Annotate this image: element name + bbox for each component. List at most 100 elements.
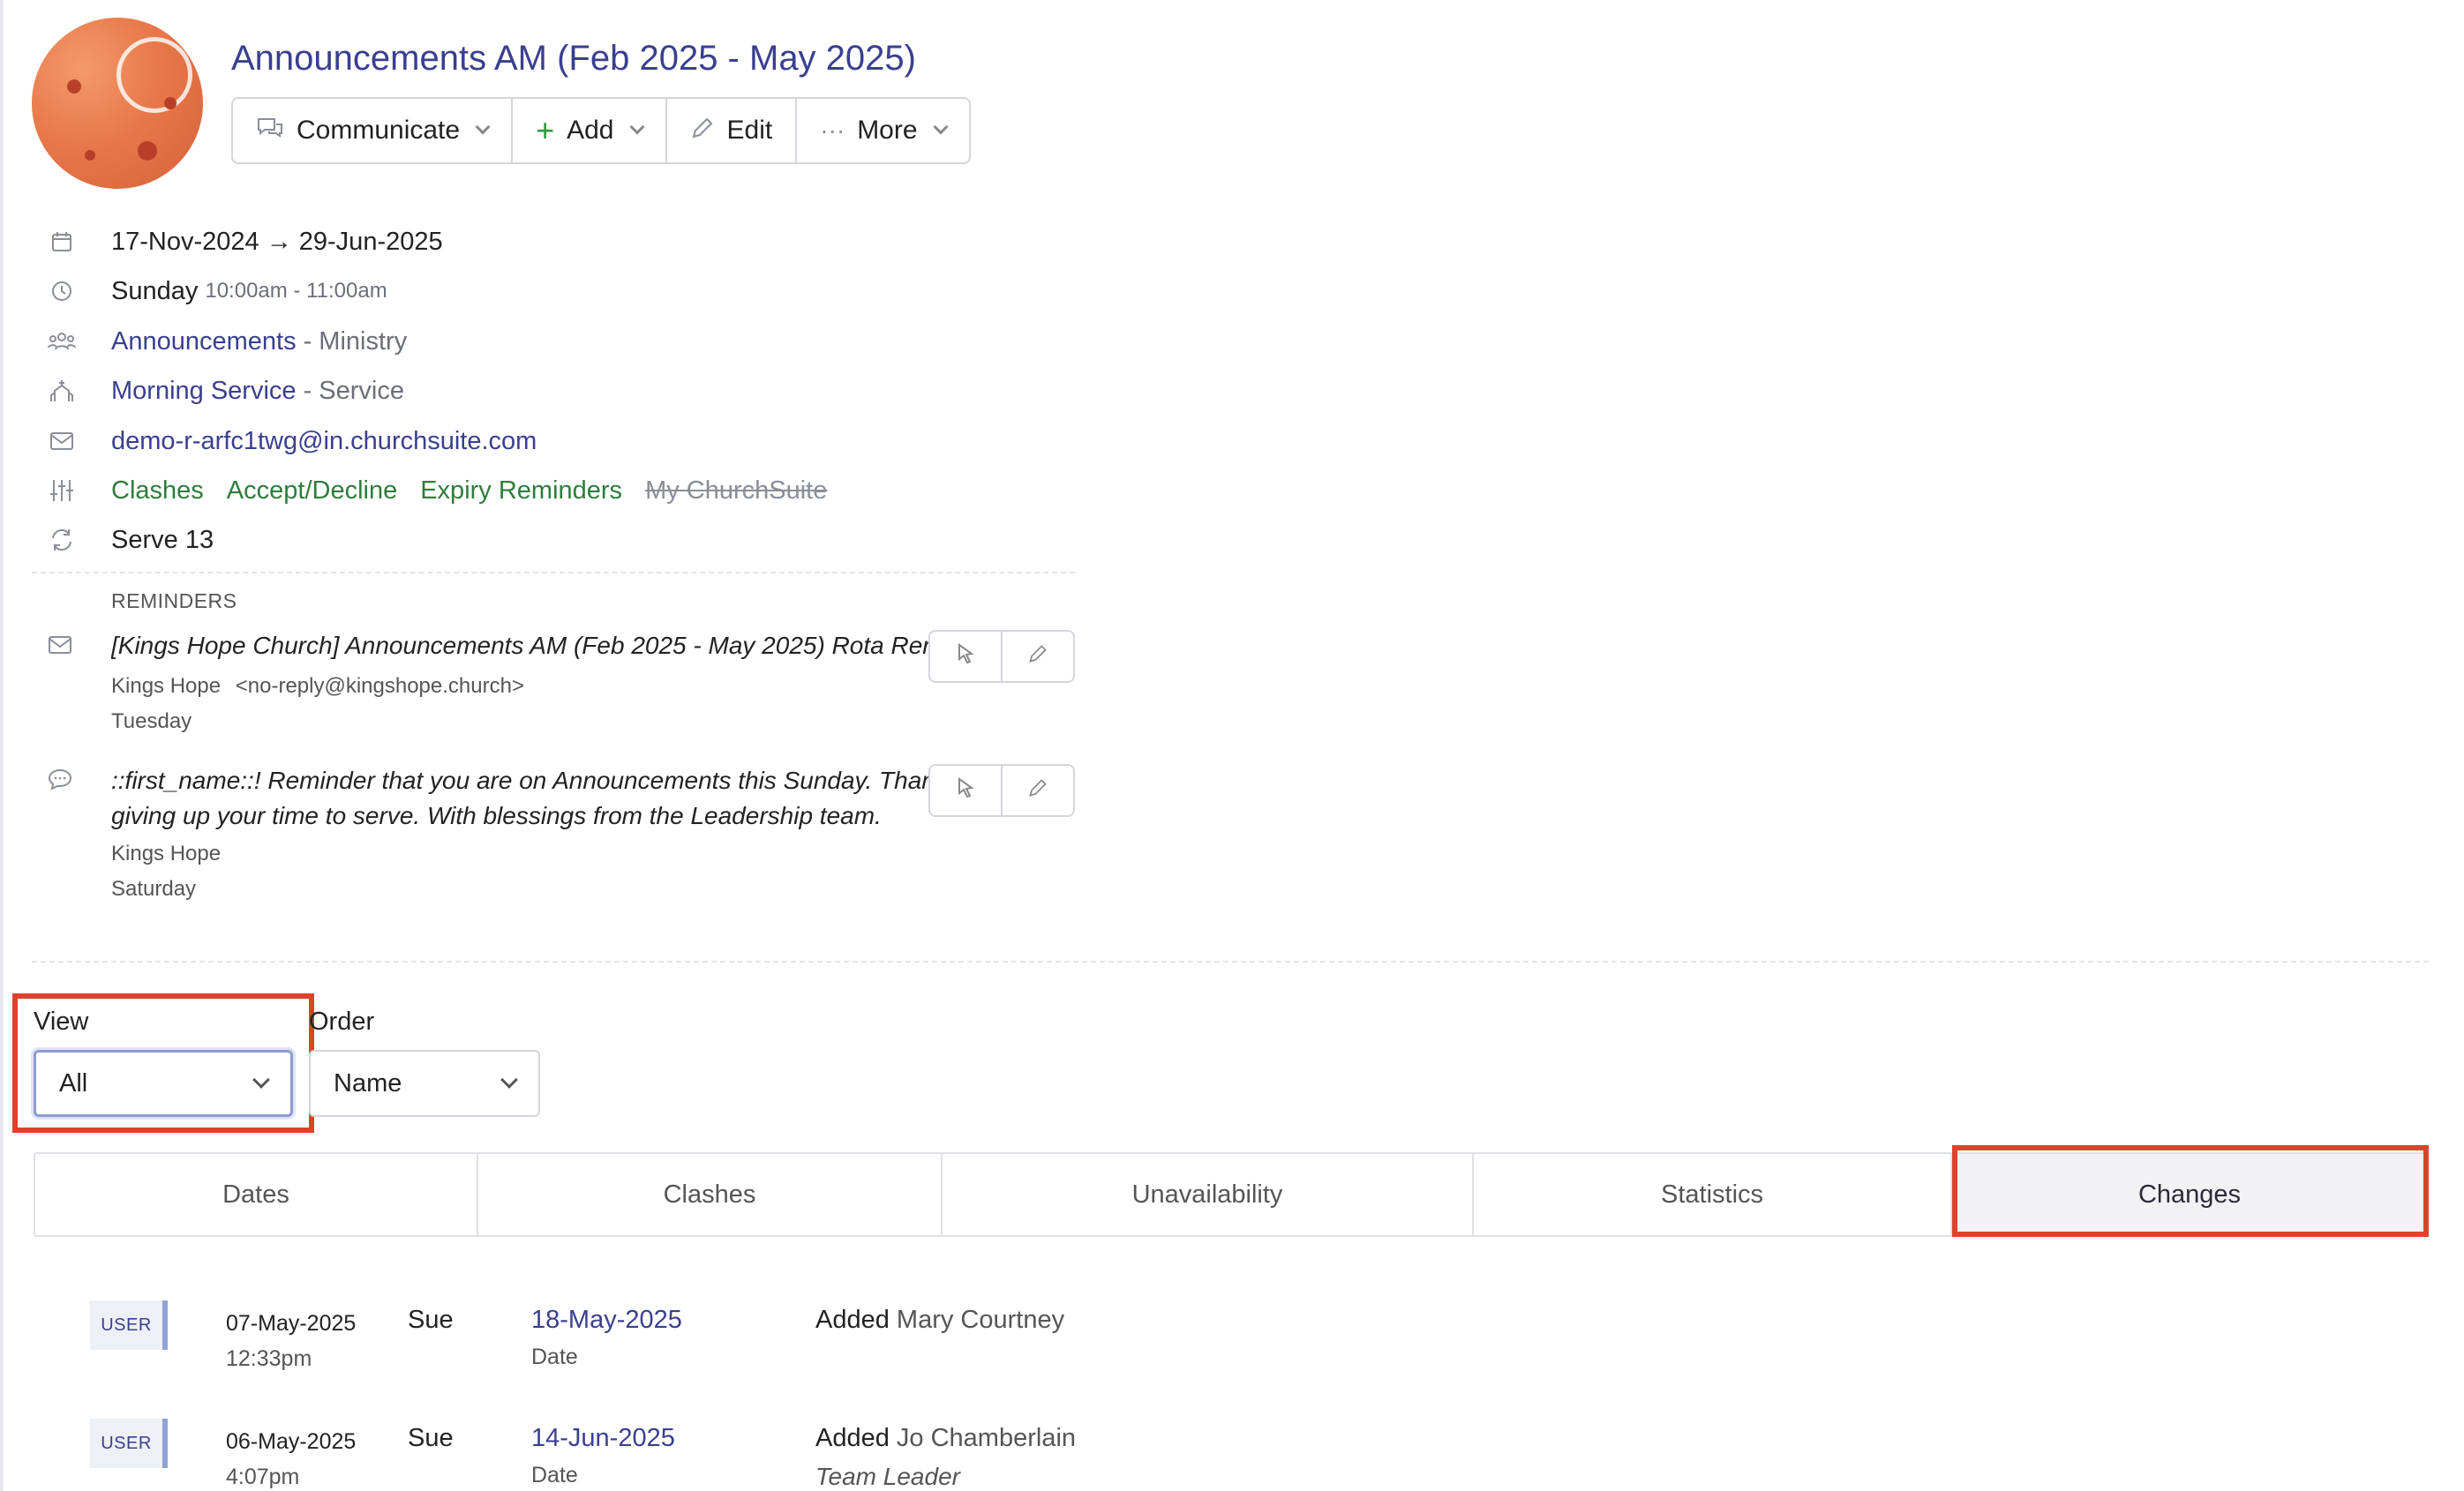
tab-dates[interactable]: Dates bbox=[35, 1154, 478, 1235]
more-button[interactable]: ··· More bbox=[797, 99, 968, 162]
email-row: demo-r-arfc1twg@in.churchsuite.com bbox=[48, 423, 537, 459]
cursor-pointer-icon bbox=[956, 642, 975, 671]
more-label: More bbox=[857, 116, 918, 145]
date-range-row: 17-Nov-2024 → 29-Jun-2025 bbox=[48, 224, 443, 259]
tab-unavailability[interactable]: Unavailability bbox=[943, 1154, 1474, 1235]
serve-count: Serve 13 bbox=[111, 525, 214, 554]
service-row: Morning Service - Service bbox=[48, 373, 404, 408]
email-reminder-from: Kings Hope <no-reply@kingshope.church> bbox=[111, 674, 524, 699]
setting-accept-decline: Accept/Decline bbox=[226, 476, 398, 505]
change-row: USER 07-May-2025 12:33pm Sue 18-May-2025… bbox=[90, 1300, 1855, 1380]
add-label: Add bbox=[567, 116, 614, 145]
clock-icon bbox=[48, 277, 76, 305]
email-reminder-day: Tuesday bbox=[111, 709, 192, 733]
chevron-down-icon bbox=[629, 119, 644, 135]
left-border bbox=[0, 0, 4, 1491]
chevron-down-icon bbox=[475, 119, 491, 135]
email-reminder-actions bbox=[928, 630, 1075, 683]
edit-reminder-button[interactable] bbox=[1003, 632, 1073, 681]
user-badge: USER bbox=[90, 1419, 168, 1468]
date-range: 17-Nov-2024 → 29-Jun-2025 bbox=[111, 227, 443, 256]
change-user: Sue bbox=[408, 1424, 454, 1452]
email-reminder-subject: [Kings Hope Church] Announcements AM (Fe… bbox=[111, 632, 930, 659]
ministry-row: Announcements - Ministry bbox=[48, 324, 407, 359]
avatar-dot bbox=[85, 150, 95, 161]
change-time: 4:07pm bbox=[226, 1465, 300, 1489]
change-person: Jo Chamberlain bbox=[896, 1424, 1077, 1452]
change-role: Team Leader bbox=[815, 1463, 960, 1490]
change-action: Added Mary Courtney bbox=[815, 1306, 1064, 1335]
day: Sunday bbox=[111, 276, 199, 305]
changes-tab-highlight bbox=[1952, 1145, 2429, 1237]
change-target-type: Date bbox=[531, 1345, 578, 1369]
calendar-icon bbox=[48, 228, 76, 256]
divider bbox=[32, 572, 1075, 573]
pencil-icon bbox=[1027, 643, 1048, 671]
cursor-pointer-icon bbox=[956, 776, 975, 805]
sms-reminder-day: Saturday bbox=[111, 877, 197, 901]
people-icon bbox=[48, 327, 76, 356]
change-person: Mary Courtney bbox=[896, 1306, 1065, 1334]
order-select[interactable]: Name bbox=[309, 1050, 540, 1117]
page: Announcements AM (Feb 2025 - May 2025) C… bbox=[0, 0, 2464, 1491]
page-title: Announcements AM (Feb 2025 - May 2025) bbox=[231, 39, 916, 78]
change-action-verb: Added bbox=[815, 1424, 890, 1452]
envelope-icon bbox=[48, 633, 72, 661]
divider bbox=[32, 961, 2429, 963]
tab-clashes[interactable]: Clashes bbox=[478, 1154, 943, 1235]
email-reminder-from-name: Kings Hope bbox=[111, 674, 222, 698]
change-row: USER 06-May-2025 4:07pm Sue 14-Jun-2025 … bbox=[90, 1419, 1855, 1491]
communicate-label: Communicate bbox=[297, 116, 461, 145]
plus-icon: + bbox=[536, 112, 555, 148]
sms-reminder-actions bbox=[928, 764, 1075, 817]
refresh-icon bbox=[48, 526, 76, 554]
change-date: 06-May-2025 bbox=[226, 1429, 357, 1454]
change-target-link[interactable]: 18-May-2025 bbox=[531, 1306, 682, 1335]
communicate-button[interactable]: Communicate bbox=[233, 99, 514, 162]
pencil-icon bbox=[1027, 777, 1048, 805]
ministry-type: - Ministry bbox=[303, 326, 408, 356]
avatar-dot bbox=[138, 141, 157, 161]
edit-button[interactable]: Edit bbox=[667, 99, 798, 162]
reminders-heading: REMINDERS bbox=[111, 589, 237, 612]
settings-row: Clashes Accept/Decline Expiry Reminders … bbox=[48, 473, 827, 508]
tab-statistics[interactable]: Statistics bbox=[1474, 1154, 1952, 1235]
pencil-icon bbox=[690, 116, 715, 146]
chevron-down-icon bbox=[933, 119, 949, 135]
change-target-type: Date bbox=[531, 1463, 578, 1487]
user-badge: USER bbox=[90, 1300, 168, 1350]
rota-avatar bbox=[32, 18, 203, 189]
sms-reminder-line1: ::first_name::! Reminder that you are on… bbox=[111, 767, 930, 794]
avatar-dot bbox=[67, 79, 81, 94]
order-label: Order bbox=[309, 1008, 375, 1036]
action-toolbar: Communicate + Add Edit ··· More bbox=[231, 97, 971, 164]
ministry-link[interactable]: Announcements bbox=[111, 327, 297, 356]
envelope-icon bbox=[48, 427, 76, 455]
email-reminder-from-email: <no-reply@kingshope.church> bbox=[235, 674, 524, 698]
rota-email-link[interactable]: demo-r-arfc1twg@in.churchsuite.com bbox=[111, 427, 537, 456]
setting-expiry-reminders: Expiry Reminders bbox=[420, 476, 623, 505]
edit-label: Edit bbox=[726, 116, 773, 145]
send-reminder-button[interactable] bbox=[930, 632, 1003, 681]
change-action-verb: Added bbox=[815, 1306, 890, 1334]
setting-clashes: Clashes bbox=[111, 476, 204, 505]
change-time: 12:33pm bbox=[226, 1346, 312, 1371]
change-action: Added Jo Chamberlain bbox=[815, 1424, 1076, 1453]
ellipsis-icon: ··· bbox=[820, 116, 845, 144]
edit-reminder-button[interactable] bbox=[1003, 766, 1073, 815]
sliders-icon bbox=[48, 476, 76, 505]
add-button[interactable]: + Add bbox=[513, 99, 667, 162]
time: 10:00am - 11:00am bbox=[205, 279, 387, 303]
order-select-value: Name bbox=[334, 1068, 402, 1098]
change-target-link[interactable]: 14-Jun-2025 bbox=[531, 1424, 675, 1453]
sms-reminder-line2: giving up your time to serve. With bless… bbox=[111, 802, 882, 829]
church-icon bbox=[48, 377, 76, 405]
avatar-dot bbox=[164, 97, 177, 109]
chevron-down-icon bbox=[500, 1071, 518, 1089]
chat-bubbles-icon bbox=[256, 116, 284, 146]
view-highlight bbox=[12, 993, 314, 1133]
setting-my-churchsuite: My ChurchSuite bbox=[645, 476, 828, 505]
send-reminder-button[interactable] bbox=[930, 766, 1003, 815]
service-link[interactable]: Morning Service bbox=[111, 377, 297, 406]
change-date: 07-May-2025 bbox=[226, 1311, 357, 1336]
